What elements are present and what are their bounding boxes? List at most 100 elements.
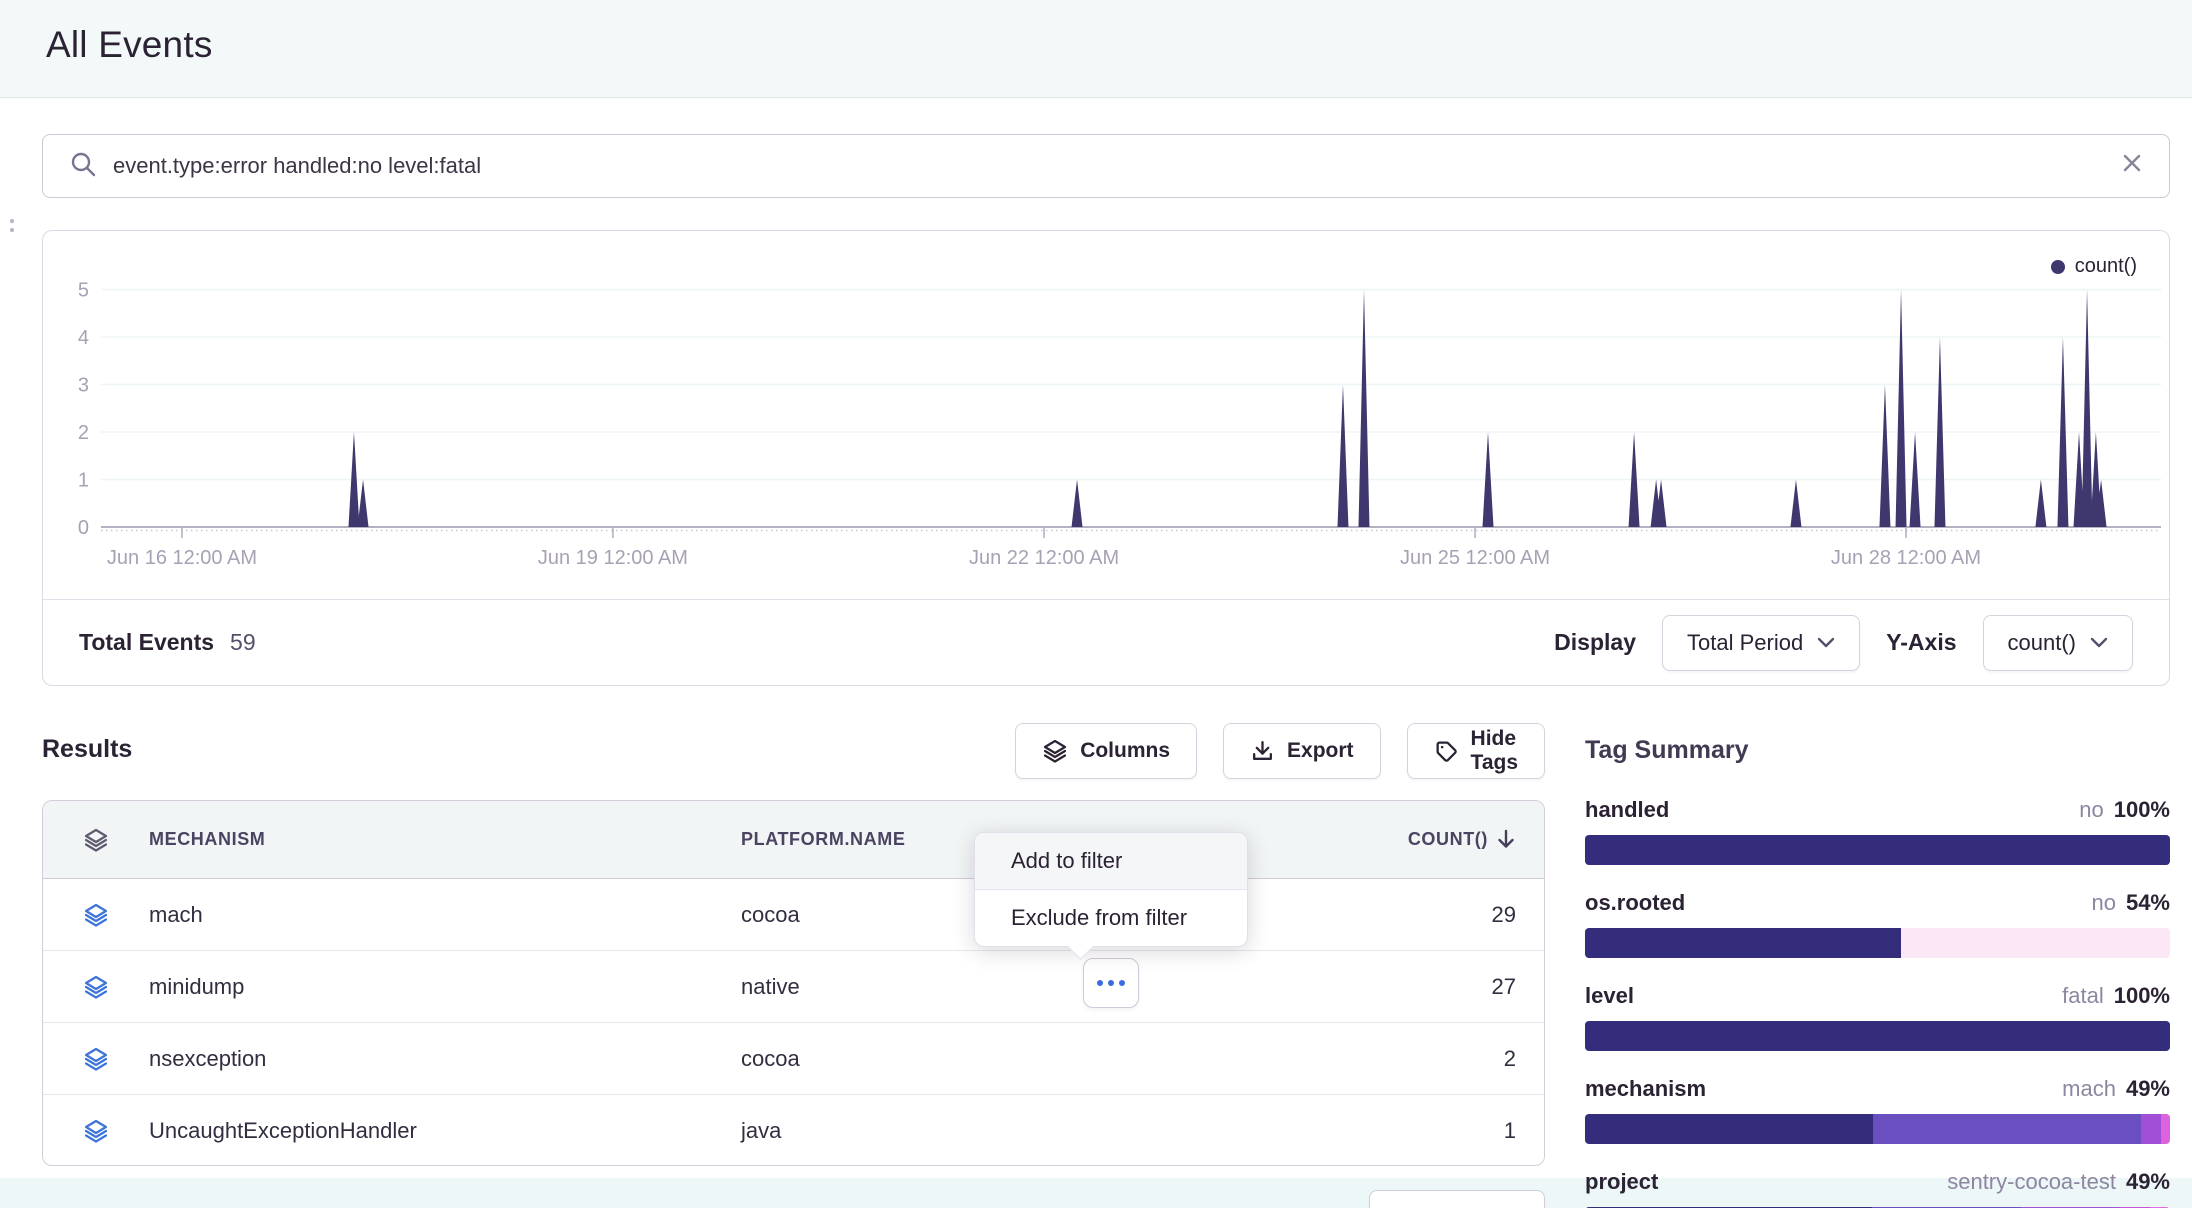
tag-percent: 100% xyxy=(2114,797,2170,822)
search-input[interactable]: event.type:error handled:no level:fatal xyxy=(113,153,2121,179)
hide-tags-button-label: Hide Tags xyxy=(1471,727,1518,775)
tag-top-value: sentry-cocoa-test49% xyxy=(1947,1169,2170,1195)
tag-bar-segment xyxy=(1901,928,2170,958)
row-layers-icon[interactable] xyxy=(43,974,149,1000)
chart-spike xyxy=(1879,385,1890,528)
header-layers-icon[interactable] xyxy=(43,827,149,853)
cell-platform[interactable]: cocoa xyxy=(741,1046,1324,1072)
tag-bar-segment xyxy=(2161,1114,2170,1144)
cell-mechanism[interactable]: UncaughtExceptionHandler xyxy=(149,1118,741,1144)
total-events-label: Total Events xyxy=(79,629,214,656)
cell-count[interactable]: 29 xyxy=(1324,902,1544,928)
column-header-count[interactable]: COUNT() xyxy=(1324,829,1544,851)
chart-spike xyxy=(358,480,369,528)
tag-summary-title: Tag Summary xyxy=(1585,736,2170,765)
cell-count[interactable]: 1 xyxy=(1324,1118,1544,1144)
x-axis-tick-label: Jun 25 12:00 AM xyxy=(1400,547,1550,569)
tag-bar-segment xyxy=(1585,1021,2170,1051)
yaxis-label: Y-Axis xyxy=(1886,629,1956,656)
tag-groups: handled no100% os.rootedno54% level fatal100… xyxy=(1585,797,2170,1208)
tag-percent: 49% xyxy=(2126,1076,2170,1101)
tag-group-os.rooted: os.rootedno54% xyxy=(1585,890,2170,958)
cell-mechanism[interactable]: mach xyxy=(149,902,741,928)
sort-arrow-down-icon xyxy=(1496,829,1516,851)
download-icon xyxy=(1250,739,1275,764)
table-row[interactable]: UncaughtExceptionHandlerjava1 xyxy=(43,1095,1544,1166)
y-axis-tick-label: 0 xyxy=(78,517,89,539)
tag-distribution-bar[interactable] xyxy=(1585,928,2170,958)
tag-name: level xyxy=(1585,983,1634,1009)
table-row[interactable]: machcocoa29 xyxy=(43,879,1544,951)
layers-icon xyxy=(1042,738,1068,764)
pagination-button-cutoff[interactable] xyxy=(1369,1190,1545,1208)
columns-button[interactable]: Columns xyxy=(1015,723,1197,779)
page-title: All Events xyxy=(46,24,213,66)
hide-tags-button[interactable]: Hide Tags xyxy=(1407,723,1545,779)
chevron-down-icon xyxy=(2090,637,2108,648)
tag-percent: 49% xyxy=(2126,1169,2170,1194)
table-row[interactable]: minidumpnative27 xyxy=(43,951,1544,1023)
table-row[interactable]: nsexceptioncocoa2 xyxy=(43,1023,1544,1095)
tag-top-value: mach49% xyxy=(2062,1076,2170,1102)
cell-mechanism[interactable]: nsexception xyxy=(149,1046,741,1072)
tag-top-value: fatal100% xyxy=(2062,983,2170,1009)
menu-item-exclude-from-filter[interactable]: Exclude from filter xyxy=(975,890,1247,946)
events-spike-chart[interactable]: 012345Jun 16 12:00 AMJun 19 12:00 AMJun … xyxy=(43,231,2168,603)
tag-group-level: level fatal100% xyxy=(1585,983,2170,1051)
menu-item-add-to-filter[interactable]: Add to filter xyxy=(975,833,1247,889)
cell-context-menu: Add to filter Exclude from filter xyxy=(974,832,1248,947)
cell-actions-ellipsis-button[interactable] xyxy=(1083,958,1139,1008)
yaxis-dropdown[interactable]: count() xyxy=(1983,615,2133,671)
export-button[interactable]: Export xyxy=(1223,723,1381,779)
tag-name: handled xyxy=(1585,797,1669,823)
display-dropdown[interactable]: Total Period xyxy=(1662,615,1860,671)
chart-spike xyxy=(1358,290,1369,528)
results-table: MECHANISM PLATFORM.NAME COUNT() machcoco… xyxy=(42,800,1545,1166)
cell-mechanism[interactable]: minidump xyxy=(149,974,741,1000)
row-layers-icon[interactable] xyxy=(43,902,149,928)
column-header-mechanism[interactable]: MECHANISM xyxy=(149,829,741,850)
tag-group-handled: handled no100% xyxy=(1585,797,2170,865)
tag-summary-panel: Tag Summary handled no100% os.rootedno54% l… xyxy=(1585,736,2170,1208)
tag-name: project xyxy=(1585,1169,1658,1195)
y-axis-tick-label: 4 xyxy=(78,327,89,349)
search-bar[interactable]: event.type:error handled:no level:fatal xyxy=(42,134,2170,198)
resize-handle[interactable] xyxy=(10,219,14,232)
results-title: Results xyxy=(42,735,132,764)
y-axis-tick-label: 3 xyxy=(78,375,89,397)
cell-count[interactable]: 27 xyxy=(1324,974,1544,1000)
tag-bar-segment xyxy=(1585,928,1901,958)
table-body: machcocoa29minidumpnative27nsexceptionco… xyxy=(43,879,1544,1166)
chart-spike xyxy=(2082,290,2093,528)
tag-group-mechanism: mechanismmach49% xyxy=(1585,1076,2170,1144)
yaxis-dropdown-value: count() xyxy=(2008,630,2076,656)
tag-distribution-bar[interactable] xyxy=(1585,835,2170,865)
total-events-value: 59 xyxy=(230,629,256,656)
tag-group-project: project sentry-cocoa-test49% xyxy=(1585,1169,2170,1208)
x-axis-tick-label: Jun 16 12:00 AM xyxy=(107,547,257,569)
tag-distribution-bar[interactable] xyxy=(1585,1114,2170,1144)
row-layers-icon[interactable] xyxy=(43,1118,149,1144)
columns-button-label: Columns xyxy=(1080,739,1170,763)
clear-search-icon[interactable] xyxy=(2121,152,2143,181)
chevron-down-icon xyxy=(1817,637,1835,648)
y-axis-tick-label: 5 xyxy=(78,280,89,302)
row-layers-icon[interactable] xyxy=(43,1046,149,1072)
legend-label: count() xyxy=(2075,255,2137,278)
tag-bar-segment xyxy=(1585,835,2170,865)
tag-top-value: no100% xyxy=(2079,797,2170,823)
cell-count[interactable]: 2 xyxy=(1324,1046,1544,1072)
chart-spike xyxy=(1896,290,1907,528)
page-header: All Events xyxy=(0,0,2192,98)
tag-name: os.rooted xyxy=(1585,890,1685,916)
x-axis-tick-label: Jun 22 12:00 AM xyxy=(969,547,1119,569)
cell-platform[interactable]: native xyxy=(741,974,1324,1000)
x-axis-tick-label: Jun 19 12:00 AM xyxy=(538,547,688,569)
chart-summary-row: Total Events 59 Display Total Period Y-A… xyxy=(43,599,2169,685)
tag-distribution-bar[interactable] xyxy=(1585,1021,2170,1051)
chart-legend[interactable]: count() xyxy=(2051,255,2137,278)
display-label: Display xyxy=(1554,629,1636,656)
tag-bar-segment xyxy=(1873,1114,2141,1144)
cell-platform[interactable]: java xyxy=(741,1118,1324,1144)
display-dropdown-value: Total Period xyxy=(1687,630,1803,656)
